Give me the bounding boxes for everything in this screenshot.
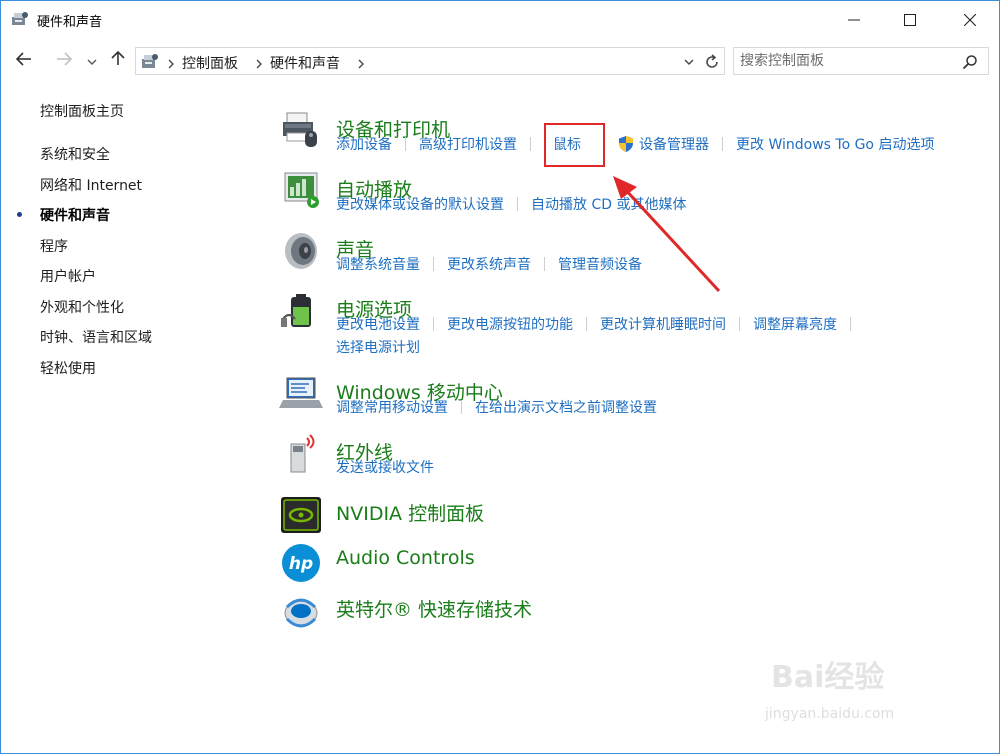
sidebar-item-control-panel-home[interactable]: 控制面板主页 [40, 101, 124, 121]
link-presentation-settings[interactable]: 在给出演示文档之前调整设置 [475, 397, 657, 417]
hp-icon[interactable]: hp [279, 541, 323, 585]
link-divider [722, 137, 723, 151]
forward-button[interactable] [53, 47, 75, 73]
link-change-system-sounds[interactable]: 更改系统声音 [447, 254, 531, 274]
arrow-left-icon [15, 51, 32, 70]
link-adjust-brightness[interactable]: 调整屏幕亮度 [753, 314, 837, 334]
link-send-receive-files[interactable]: 发送或接收文件 [336, 457, 434, 477]
address-dropdown-icon[interactable] [682, 54, 696, 68]
link-divider [405, 137, 406, 151]
arrow-right-icon [56, 51, 73, 70]
link-adjust-volume[interactable]: 调整系统音量 [336, 254, 420, 274]
baidu-watermark: Bai经验 jingyan.baidu.com [761, 646, 991, 736]
category-title-audio-controls[interactable]: Audio Controls [336, 547, 475, 569]
control-panel-icon [140, 52, 160, 70]
link-adjust-mobility-settings[interactable]: 调整常用移动设置 [336, 397, 448, 417]
sidebar-item-appearance[interactable]: 外观和个性化 [40, 297, 124, 317]
link-divider [530, 137, 531, 151]
category-title-intel-rst[interactable]: 英特尔® 快速存储技术 [336, 595, 532, 622]
speaker-icon[interactable] [279, 229, 323, 273]
navigation-bar: 控制面板 硬件和声音 [1, 43, 999, 77]
breadcrumb-hardware-sound[interactable]: 硬件和声音 [270, 53, 340, 73]
sidebar-item-system-security[interactable]: 系统和安全 [40, 144, 110, 164]
category-links-row2: 选择电源计划 [336, 337, 420, 357]
chevron-right-icon[interactable] [254, 55, 264, 69]
link-change-default-media-settings[interactable]: 更改媒体或设备的默认设置 [336, 194, 504, 214]
link-divider [544, 257, 545, 271]
link-divider [739, 317, 740, 331]
category-links: 发送或接收文件 [336, 457, 434, 477]
watermark-logo-text: Bai经验 [771, 660, 885, 695]
printer-icon[interactable] [279, 109, 323, 153]
uac-shield-icon [617, 135, 635, 153]
search-input[interactable] [740, 51, 960, 71]
infrared-icon[interactable] [279, 432, 323, 476]
intel-rst-icon[interactable] [279, 589, 323, 633]
sidebar-item-clock-region[interactable]: 时钟、语言和区域 [40, 327, 152, 347]
close-button[interactable] [947, 1, 993, 39]
sidebar-item-network-internet[interactable]: 网络和 Internet [40, 175, 142, 195]
control-panel-window: 硬件和声音 控制面板 硬件和声音 搜索控制面板 控制面板主页 系统和安全 网络和… [0, 0, 1000, 754]
address-bar[interactable]: 控制面板 硬件和声音 [135, 47, 725, 75]
sidebar-item-user-accounts[interactable]: 用户帐户 [40, 266, 96, 286]
refresh-icon[interactable] [702, 52, 722, 72]
chevron-right-icon [166, 55, 176, 69]
sidebar-item-programs[interactable]: 程序 [40, 236, 68, 256]
category-links: 调整常用移动设置 在给出演示文档之前调整设置 [336, 397, 657, 417]
back-button[interactable] [13, 47, 35, 73]
link-advanced-printer-setup[interactable]: 高级打印机设置 [419, 134, 517, 154]
watermark-url: jingyan.baidu.com [765, 706, 895, 722]
nvidia-icon[interactable] [279, 493, 323, 537]
autoplay-icon[interactable] [279, 169, 323, 213]
category-links: 添加设备 高级打印机设置 鼠标 设备管理器 更改 Windows To Go 启… [336, 134, 934, 154]
svg-text:hp: hp [289, 554, 313, 574]
maximize-button[interactable] [887, 1, 933, 39]
sidebar-item-ease-of-access[interactable]: 轻松使用 [40, 358, 96, 378]
link-divider [586, 317, 587, 331]
battery-icon[interactable] [279, 289, 323, 333]
mouse-highlight-box [544, 123, 605, 167]
annotation-arrow-icon [613, 176, 721, 293]
sidebar: 控制面板主页 系统和安全 网络和 Internet 硬件和声音 程序 用户帐户 … [1, 91, 261, 691]
link-add-device[interactable]: 添加设备 [336, 134, 392, 154]
minimize-button[interactable] [831, 1, 877, 39]
control-panel-app-icon [11, 11, 29, 27]
up-button[interactable] [107, 47, 129, 73]
link-change-battery-settings[interactable]: 更改电池设置 [336, 314, 420, 334]
maximize-icon [904, 14, 916, 26]
link-divider [433, 317, 434, 331]
search-icon[interactable] [962, 54, 978, 70]
category-links: 调整系统音量 更改系统声音 管理音频设备 [336, 254, 642, 274]
link-choose-power-plan[interactable]: 选择电源计划 [336, 337, 420, 357]
chevron-right-icon[interactable] [356, 55, 366, 69]
link-divider [433, 257, 434, 271]
link-divider [461, 400, 462, 414]
chevron-down-icon [87, 51, 97, 70]
link-power-button-function[interactable]: 更改电源按钮的功能 [447, 314, 573, 334]
recent-locations-button[interactable] [85, 47, 99, 73]
link-sleep-time[interactable]: 更改计算机睡眠时间 [600, 314, 726, 334]
active-indicator-dot [17, 212, 22, 217]
arrow-up-icon [111, 50, 125, 70]
title-bar: 硬件和声音 [1, 1, 999, 39]
sidebar-item-hardware-sound[interactable]: 硬件和声音 [40, 205, 110, 225]
mobility-center-icon[interactable] [279, 372, 323, 416]
link-divider [517, 197, 518, 211]
link-device-manager[interactable]: 设备管理器 [639, 134, 709, 154]
link-windows-to-go[interactable]: 更改 Windows To Go 启动选项 [736, 134, 934, 154]
category-links: 更改电池设置 更改电源按钮的功能 更改计算机睡眠时间 调整屏幕亮度 [336, 314, 864, 334]
search-box[interactable] [733, 47, 989, 75]
breadcrumb-control-panel[interactable]: 控制面板 [182, 53, 238, 73]
minimize-icon [848, 14, 860, 26]
window-title: 硬件和声音 [37, 15, 103, 30]
close-icon [964, 14, 976, 26]
category-title-nvidia[interactable]: NVIDIA 控制面板 [336, 499, 484, 526]
link-divider [850, 317, 851, 331]
